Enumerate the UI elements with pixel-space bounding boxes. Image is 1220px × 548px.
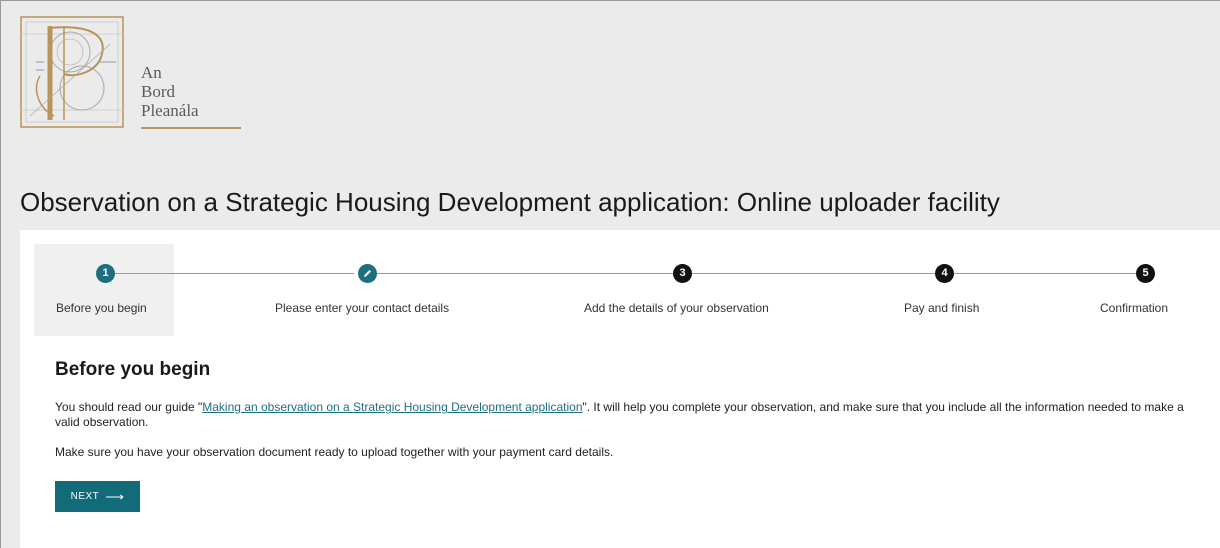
active-step-highlight: [34, 244, 174, 336]
step-4-number: 4: [935, 264, 954, 283]
next-button[interactable]: NEXT ⟶: [55, 481, 140, 512]
logo-monogram-icon: [20, 16, 124, 128]
guide-text-before: You should read our guide ": [55, 400, 203, 414]
section-heading: Before you begin: [55, 359, 211, 380]
document-ready-paragraph: Make sure you have your observation docu…: [55, 445, 614, 459]
step-connector: [115, 273, 354, 274]
logo-wordmark: An Bord Pleanála: [141, 63, 199, 120]
an-bord-pleanala-logo[interactable]: An Bord Pleanála: [20, 16, 241, 134]
step-5-number: 5: [1136, 264, 1155, 283]
step-3-label: Add the details of your observation: [584, 301, 769, 315]
arrow-right-icon: ⟶: [105, 488, 125, 504]
progress-stepper: 1 3 4 5 Before you begin Please enter yo…: [20, 230, 1220, 336]
step-4-label: Pay and finish: [904, 301, 980, 315]
step-2-label[interactable]: Please enter your contact details: [275, 301, 449, 315]
guide-link[interactable]: Making an observation on a Strategic Hou…: [202, 400, 582, 414]
logo-line: An: [141, 63, 162, 82]
pencil-icon: [364, 270, 371, 277]
step-2-edit-icon[interactable]: [358, 264, 377, 283]
logo-line: Bord: [141, 82, 175, 101]
step-connector: [692, 273, 935, 274]
step-connector: [377, 273, 673, 274]
next-button-label: NEXT: [70, 491, 100, 502]
step-connector: [954, 273, 1136, 274]
form-card: 1 3 4 5 Before you begin Please enter yo…: [20, 230, 1220, 548]
step-1-label[interactable]: Before you begin: [56, 301, 147, 315]
guide-paragraph: You should read our guide "Making an obs…: [55, 400, 1195, 430]
logo-line: Pleanála: [141, 101, 199, 120]
logo-underline: [141, 127, 241, 129]
step-1-number: 1: [96, 264, 115, 283]
page-title: Observation on a Strategic Housing Devel…: [20, 187, 1000, 217]
step-3-number: 3: [673, 264, 692, 283]
step-5-label: Confirmation: [1100, 301, 1169, 315]
